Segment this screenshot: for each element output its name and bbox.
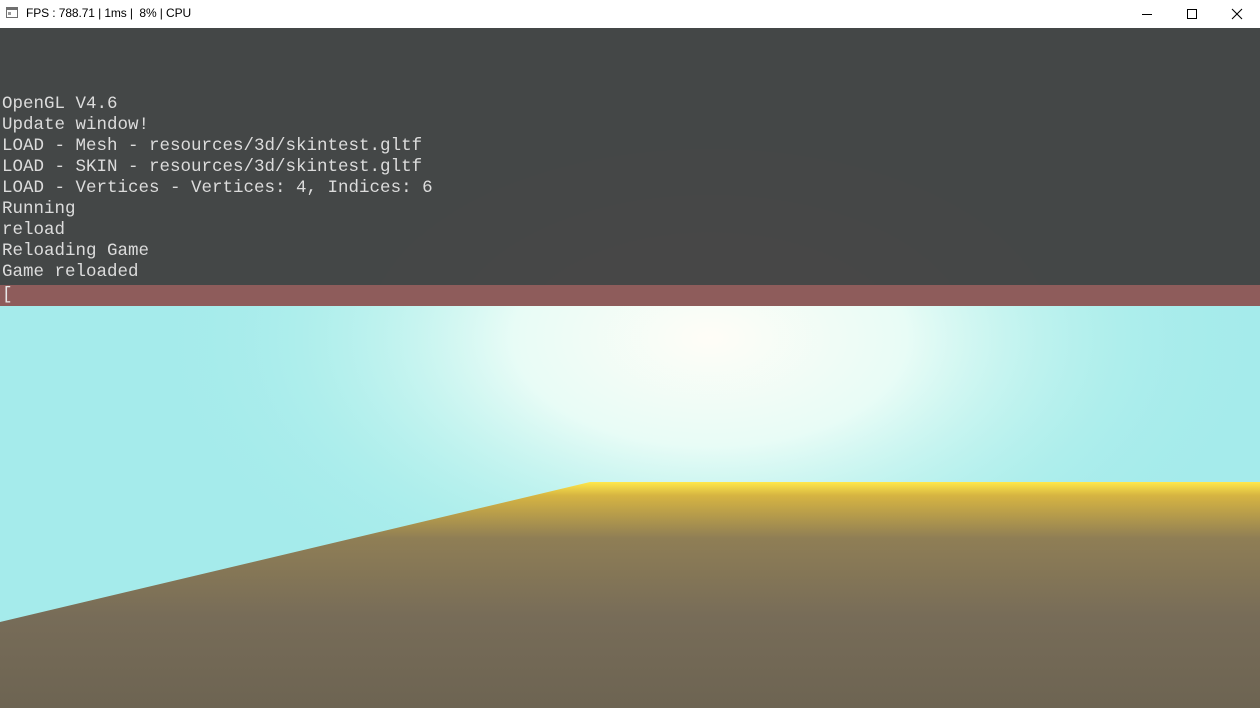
close-button[interactable] — [1214, 0, 1260, 28]
title-bar[interactable]: FPS : 788.71 | 1ms | 8% | CPU — [0, 0, 1260, 28]
console-line: LOAD - Vertices - Vertices: 4, Indices: … — [2, 178, 433, 198]
app-window-icon — [6, 7, 18, 18]
console-line: OpenGL V4.6 — [2, 94, 118, 114]
console-log: OpenGL V4.6 Update window! LOAD - Mesh - r… — [2, 94, 433, 283]
minimize-icon — [1142, 14, 1152, 15]
console-input[interactable] — [2, 285, 902, 306]
console-line: Update window! — [2, 115, 150, 135]
console-line: Game reloaded — [2, 262, 139, 282]
console-line: reload — [2, 220, 66, 240]
console-line: Reloading Game — [2, 241, 150, 261]
maximize-icon — [1187, 9, 1197, 19]
window-title: FPS : 788.71 | 1ms | 8% | CPU — [26, 6, 192, 20]
game-window: FPS : 788.71 | 1ms | 8% | CPU OpenGL V4.… — [0, 0, 1260, 708]
console-overlay: OpenGL V4.6 Update window! LOAD - Mesh - r… — [0, 28, 1260, 285]
console-input-bar[interactable] — [0, 285, 1260, 306]
console-line: LOAD - SKIN - resources/3d/skintest.gltf — [2, 157, 423, 177]
minimize-button[interactable] — [1124, 0, 1170, 28]
console-line: Running — [2, 199, 76, 219]
console-line: LOAD - Mesh - resources/3d/skintest.gltf — [2, 136, 423, 156]
render-viewport[interactable]: OpenGL V4.6 Update window! LOAD - Mesh - r… — [0, 28, 1260, 708]
close-icon — [1231, 8, 1243, 20]
maximize-button[interactable] — [1169, 0, 1215, 28]
